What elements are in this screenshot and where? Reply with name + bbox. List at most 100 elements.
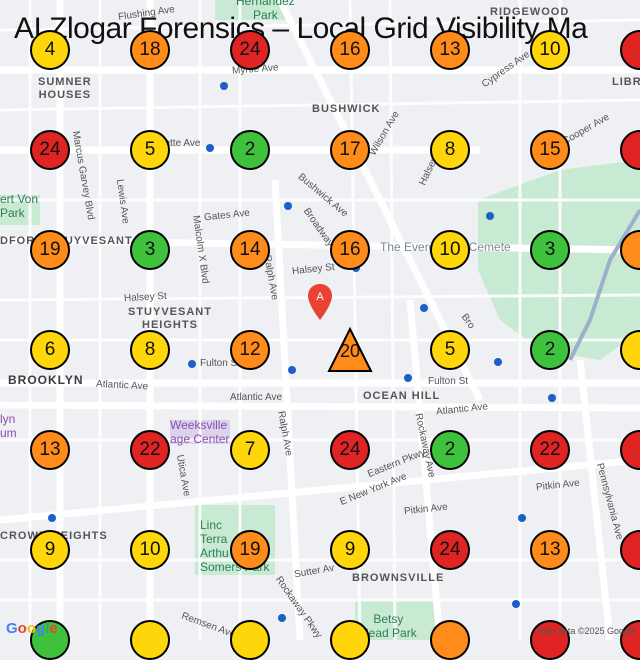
grid-marker-r2-c4[interactable]: 10 xyxy=(430,230,470,270)
grid-marker-value: 2 xyxy=(244,139,256,160)
grid-marker-r0-c2[interactable]: 24 xyxy=(230,30,270,70)
grid-marker-r6-c4[interactable] xyxy=(430,620,470,660)
grid-marker-value: 22 xyxy=(539,439,561,460)
google-logo-g2: g xyxy=(36,620,46,637)
grid-marker-r3-c0[interactable]: 6 xyxy=(30,330,70,370)
grid-marker-r5-c4[interactable]: 24 xyxy=(430,530,470,570)
grid-marker-value: 19 xyxy=(39,239,61,260)
grid-marker-r2-c1[interactable]: 3 xyxy=(130,230,170,270)
grid-marker-r0-c1[interactable]: 18 xyxy=(130,30,170,70)
grid-marker-r5-c2[interactable]: 19 xyxy=(230,530,270,570)
grid-marker-value: 10 xyxy=(439,239,461,260)
area-libr: LIBR xyxy=(612,76,640,88)
grid-marker-value: 6 xyxy=(44,339,56,360)
location-pin-icon[interactable]: A xyxy=(308,284,332,320)
grid-marker-r2-c5[interactable]: 3 xyxy=(530,230,570,270)
grid-marker-r4-c4[interactable]: 2 xyxy=(430,430,470,470)
pin-label: A xyxy=(316,291,324,303)
grid-marker-r1-c3[interactable]: 17 xyxy=(330,130,370,170)
google-logo-o1: o xyxy=(17,620,27,637)
map-attribution: Map data ©2025 Google xyxy=(537,626,636,636)
grid-marker-value: 8 xyxy=(444,139,456,160)
grid-marker-r6-c1[interactable] xyxy=(130,620,170,660)
grid-marker-r0-c5[interactable]: 10 xyxy=(530,30,570,70)
grid-marker-r1-c0[interactable]: 24 xyxy=(30,130,70,170)
grid-marker-value: 12 xyxy=(239,339,261,360)
grid-marker-r4-c5[interactable]: 22 xyxy=(530,430,570,470)
grid-marker-value: 24 xyxy=(339,439,361,460)
grid-marker-r2-c3[interactable]: 16 xyxy=(330,230,370,270)
grid-marker-value: 8 xyxy=(144,339,156,360)
grid-marker-r3-c1[interactable]: 8 xyxy=(130,330,170,370)
grid-marker-r2-c2[interactable]: 14 xyxy=(230,230,270,270)
grid-marker-r5-c0[interactable]: 9 xyxy=(30,530,70,570)
area-bushwick: BUSHWICK xyxy=(312,103,381,115)
grid-marker-r1-c2[interactable]: 2 xyxy=(230,130,270,170)
grid-marker-value: 7 xyxy=(244,439,256,460)
grid-marker-value: 13 xyxy=(439,39,461,60)
google-logo-e: e xyxy=(49,620,58,637)
grid-marker-value: 5 xyxy=(444,339,456,360)
grid-marker-value: 17 xyxy=(339,139,361,160)
grid-marker-r5-c1[interactable]: 10 xyxy=(130,530,170,570)
grid-marker-value: 24 xyxy=(239,39,261,60)
grid-marker-r1-c4[interactable]: 8 xyxy=(430,130,470,170)
grid-marker-value: 10 xyxy=(139,539,161,560)
grid-marker-value: 16 xyxy=(339,39,361,60)
grid-marker-value: 10 xyxy=(539,39,561,60)
street-atlantic-ave-2: Atlantic Ave xyxy=(230,392,283,403)
grid-marker-r4-c1[interactable]: 22 xyxy=(130,430,170,470)
grid-marker-value: 13 xyxy=(39,439,61,460)
area-brooklyn: BROOKLYN xyxy=(8,373,84,387)
grid-marker-value: 5 xyxy=(144,139,156,160)
area-brownsville: BROWNSVILLE xyxy=(352,572,445,584)
poi-weeksville: Weeksville age Center xyxy=(170,418,230,446)
grid-marker-value: 18 xyxy=(139,39,161,60)
grid-marker-r3-c2[interactable]: 12 xyxy=(230,330,270,370)
grid-marker-r6-c3[interactable] xyxy=(330,620,370,660)
grid-marker-value: 13 xyxy=(539,539,561,560)
center-marker-triangle[interactable]: 20 xyxy=(327,327,373,373)
poi-hernandez-park: Hernandez Park xyxy=(236,0,295,22)
google-logo-g: G xyxy=(6,620,18,637)
area-sumner-houses: SUMNER HOUSES xyxy=(38,76,92,101)
poi-von-king-park: ert Von Park xyxy=(0,192,39,220)
grid-marker-r0-c3[interactable]: 16 xyxy=(330,30,370,70)
grid-marker-value: 16 xyxy=(339,239,361,260)
grid-marker-r0-c4[interactable]: 13 xyxy=(430,30,470,70)
grid-marker-r4-c2[interactable]: 7 xyxy=(230,430,270,470)
poi-brooklyn-museum: lyn um xyxy=(0,412,17,440)
google-logo-o2: o xyxy=(26,620,37,637)
street-fulton-st-2: Fulton St xyxy=(428,376,469,387)
grid-marker-value: 24 xyxy=(439,539,461,560)
grid-marker-value: 24 xyxy=(39,139,61,160)
center-marker-value: 20 xyxy=(340,341,360,361)
grid-marker-value: 14 xyxy=(239,239,261,260)
grid-marker-r1-c1[interactable]: 5 xyxy=(130,130,170,170)
grid-marker-value: 3 xyxy=(144,239,156,260)
area-ocean-hill: OCEAN HILL xyxy=(363,390,441,402)
google-logo: Google xyxy=(6,620,58,637)
grid-marker-r3-c4[interactable]: 5 xyxy=(430,330,470,370)
grid-marker-value: 9 xyxy=(344,539,356,560)
grid-marker-r5-c5[interactable]: 13 xyxy=(530,530,570,570)
grid-marker-value: 9 xyxy=(44,539,56,560)
grid-marker-r3-c5[interactable]: 2 xyxy=(530,330,570,370)
grid-marker-r2-c0[interactable]: 19 xyxy=(30,230,70,270)
grid-marker-value: 19 xyxy=(239,539,261,560)
grid-marker-value: 3 xyxy=(544,239,556,260)
grid-marker-value: 2 xyxy=(444,439,456,460)
grid-marker-value: 15 xyxy=(539,139,561,160)
grid-marker-r4-c3[interactable]: 24 xyxy=(330,430,370,470)
grid-marker-r0-c0[interactable]: 4 xyxy=(30,30,70,70)
grid-marker-r6-c2[interactable] xyxy=(230,620,270,660)
grid-marker-value: 4 xyxy=(44,39,56,60)
street-halsey-st-2: Halsey St xyxy=(123,290,168,305)
grid-marker-value: 2 xyxy=(544,339,556,360)
grid-marker-r5-c3[interactable]: 9 xyxy=(330,530,370,570)
grid-marker-r4-c0[interactable]: 13 xyxy=(30,430,70,470)
grid-marker-r1-c5[interactable]: 15 xyxy=(530,130,570,170)
area-ridgewood: RIDGEWOOD xyxy=(490,6,570,18)
grid-marker-value: 22 xyxy=(139,439,161,460)
area-stuyvesant-heights: STUYVESANT HEIGHTS xyxy=(128,306,212,331)
